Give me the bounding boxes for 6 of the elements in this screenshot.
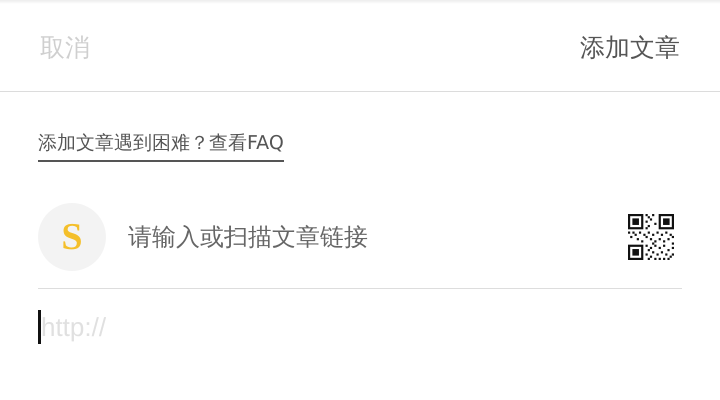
- qr-code-scan-icon[interactable]: [628, 214, 674, 260]
- prompt-text: 请输入或扫描文章链接: [128, 222, 369, 253]
- add-article-title[interactable]: 添加文章: [580, 31, 680, 64]
- text-cursor: [38, 310, 41, 344]
- source-logo: S: [38, 203, 106, 271]
- faq-link[interactable]: 添加文章遇到困难？查看FAQ: [38, 130, 284, 162]
